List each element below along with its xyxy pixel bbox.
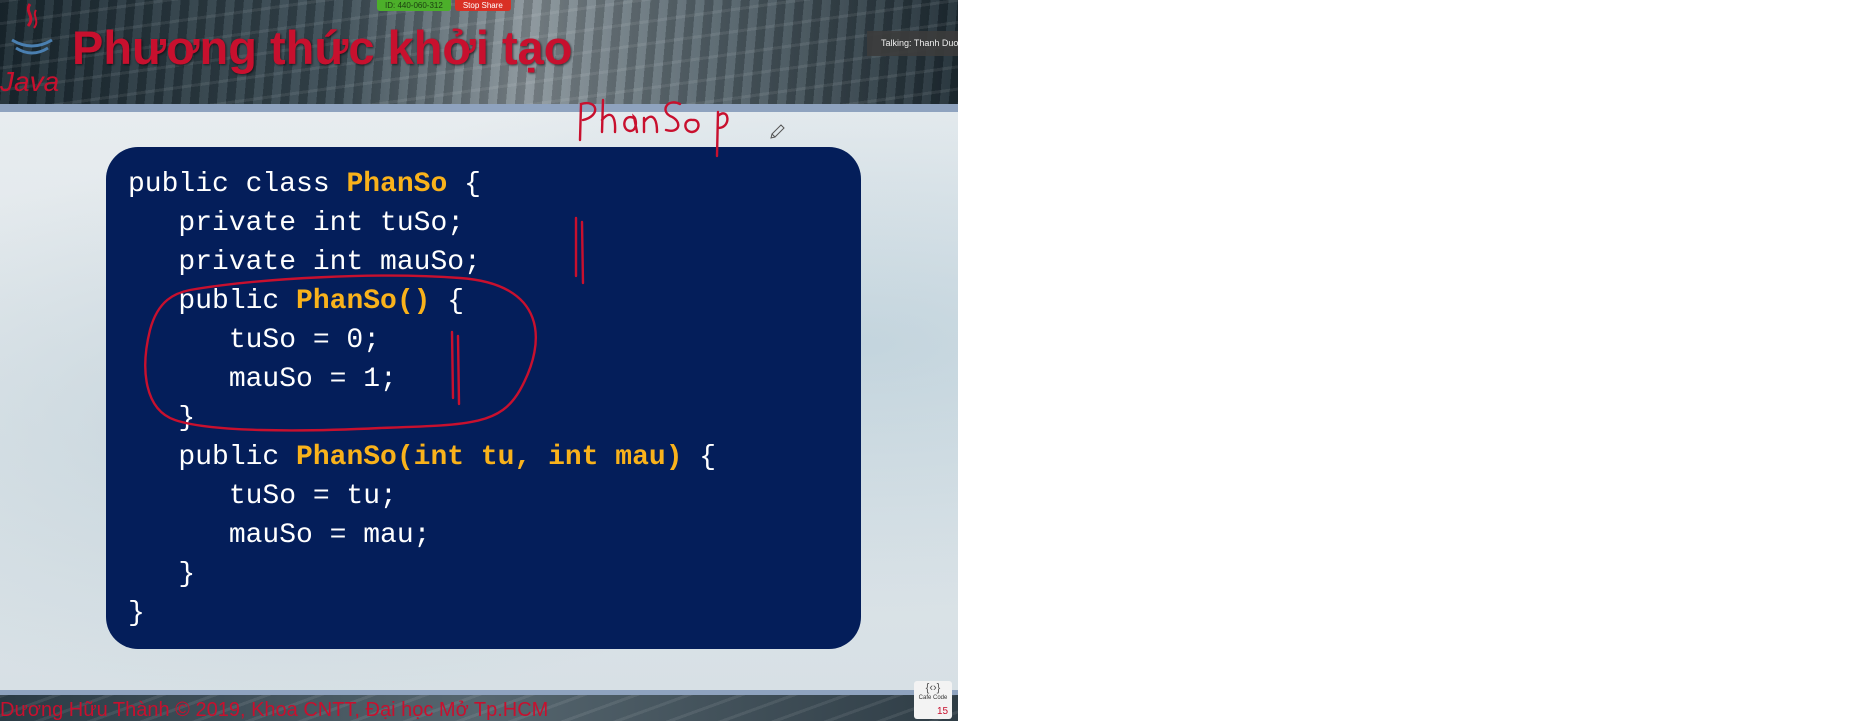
code-identifier: PhanSo	[346, 169, 448, 200]
code-line: tuSo = tu;	[128, 477, 716, 516]
talking-indicator: Talking: Thanh Duo	[867, 31, 958, 56]
code-line: }	[128, 594, 716, 633]
meeting-control-bar: ID: 440-060-312 Stop Share	[377, 0, 511, 11]
code-text: }	[128, 403, 196, 434]
code-text: public class	[128, 169, 347, 200]
code-text: private int tuSo;	[128, 208, 465, 239]
code-text: tuSo = tu;	[128, 481, 397, 512]
java-logo-text: Java	[0, 66, 60, 97]
presentation-slide: Java Phương thức khởi tạo ID: 440-060-31…	[0, 0, 958, 721]
slide-title: Phương thức khởi tạo	[72, 21, 573, 74]
code-line: mauSo = 1;	[128, 360, 716, 399]
code-text: {	[447, 169, 481, 200]
code-line: private int mauSo;	[128, 243, 716, 282]
code-line: private int tuSo;	[128, 204, 716, 243]
code-text: tuSo = 0;	[128, 325, 381, 356]
code-text: mauSo = mau;	[128, 520, 431, 551]
code-line: public class PhanSo {	[128, 165, 716, 204]
cafe-code-logo-text: Cafe Code	[918, 695, 948, 701]
code-line: }	[128, 399, 716, 438]
code-text: private int mauSo;	[128, 247, 481, 278]
code-line: mauSo = mau;	[128, 516, 716, 555]
banner-divider	[0, 104, 958, 112]
code-text: }	[128, 598, 145, 629]
code-text: public	[128, 442, 297, 473]
code-text: mauSo = 1;	[128, 364, 397, 395]
code-identifier: PhanSo(int tu, int mau)	[296, 442, 683, 473]
code-block: public class PhanSo { private int tuSo; …	[128, 165, 716, 633]
code-identifier: PhanSo()	[296, 286, 431, 317]
code-line: public PhanSo(int tu, int mau) {	[128, 438, 716, 477]
page-number: 15	[937, 706, 949, 717]
code-line: public PhanSo() {	[128, 282, 716, 321]
meeting-id-badge[interactable]: ID: 440-060-312	[377, 0, 451, 11]
code-text: {	[682, 442, 717, 473]
stop-share-button[interactable]: Stop Share	[454, 0, 511, 11]
slide-footer-text: Dương Hữu Thành © 2019, Khoa CNTT, Đại h…	[0, 699, 549, 721]
code-text: {	[430, 286, 465, 317]
code-text: public	[128, 286, 297, 317]
code-line: tuSo = 0;	[128, 321, 716, 360]
code-line: }	[128, 555, 716, 594]
code-text: }	[128, 559, 196, 590]
